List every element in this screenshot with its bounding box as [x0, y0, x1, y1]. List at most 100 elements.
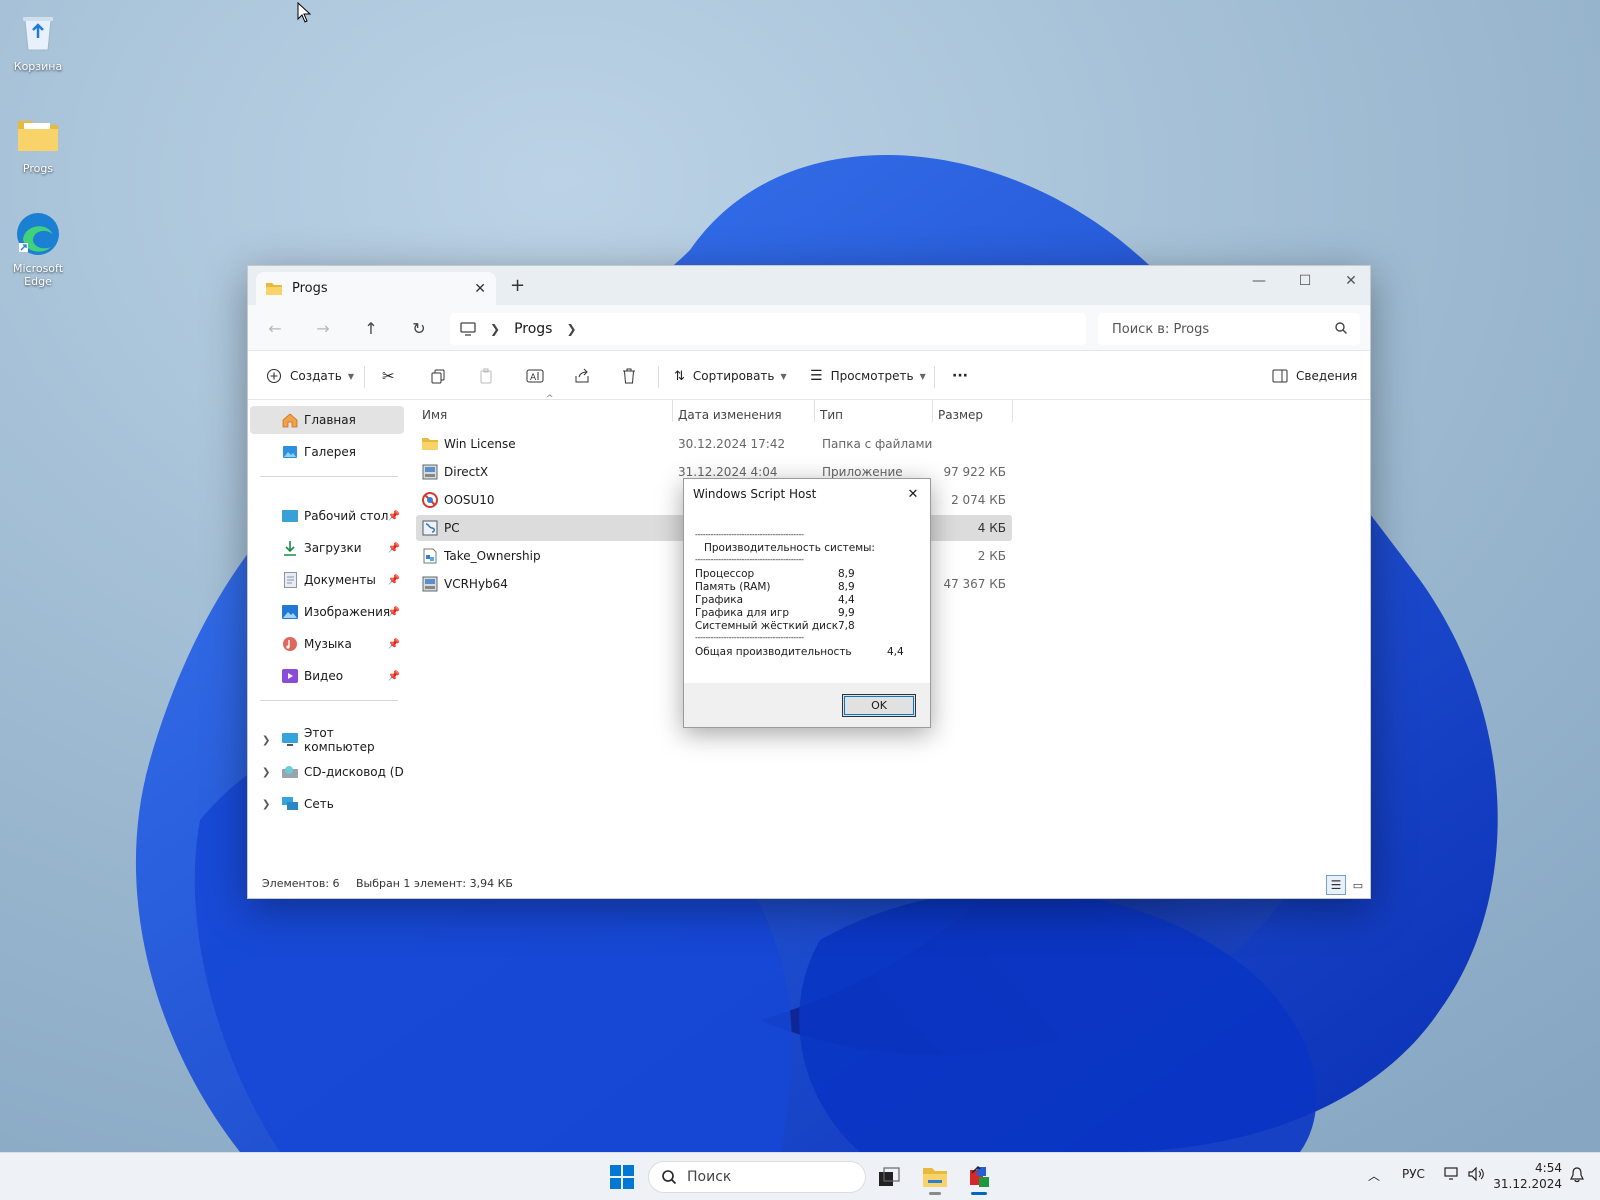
file-size: 4 КБ: [977, 521, 1006, 535]
clock[interactable]: 4:54 31.12.2024: [1493, 1160, 1562, 1192]
paste-button[interactable]: [478, 364, 494, 388]
status-bar: Элементов: 6 Выбран 1 элемент: 3,94 КБ ☰…: [248, 870, 1370, 898]
metric-value: 4,4: [838, 594, 855, 606]
forward-button[interactable]: →: [308, 313, 338, 343]
breadcrumb[interactable]: ❯ Progs ❯: [450, 313, 1086, 345]
dialog-close-button[interactable]: ✕: [904, 485, 922, 503]
table-row[interactable]: Win License 30.12.2024 17:42 Папка с фай…: [416, 431, 1012, 457]
chevron-right-icon[interactable]: ❯: [262, 767, 270, 778]
pin-icon[interactable]: 📌: [388, 511, 400, 522]
pin-icon[interactable]: 📌: [388, 671, 400, 682]
task-view-button[interactable]: [871, 1159, 907, 1195]
notifications-icon[interactable]: [1570, 1167, 1584, 1186]
search-input[interactable]: Поиск в: Progs: [1098, 313, 1360, 345]
tiles-view-button[interactable]: ▭: [1348, 875, 1368, 895]
maximize-button[interactable]: ☐: [1282, 266, 1328, 296]
file-size: 47 367 КБ: [943, 577, 1006, 591]
taskbar-script-host[interactable]: [961, 1159, 997, 1195]
column-divider[interactable]: [1012, 400, 1013, 422]
metric-value: 8,9: [838, 581, 855, 593]
dialog-title: Windows Script Host: [693, 487, 817, 501]
back-button[interactable]: ←: [260, 313, 290, 343]
computer-icon: [460, 322, 476, 336]
sidebar-item-video[interactable]: Видео 📌: [250, 662, 404, 690]
sidebar-item-cd-drive[interactable]: ❯ CD-дисковод (D:) \: [250, 758, 404, 786]
oosu-icon: [422, 492, 438, 508]
volume-icon[interactable]: [1468, 1166, 1486, 1184]
new-tab-button[interactable]: +: [510, 275, 525, 296]
show-hidden-icons-button[interactable]: ︿: [1368, 1167, 1380, 1184]
sidebar-item-gallery[interactable]: Галерея: [250, 438, 404, 466]
sidebar-item-label: Музыка: [304, 637, 352, 651]
view-button[interactable]: ☰ Просмотреть ▼: [810, 364, 926, 388]
refresh-button[interactable]: ↻: [404, 313, 434, 343]
column-header-type[interactable]: Тип: [814, 400, 932, 430]
documents-icon: [282, 572, 298, 588]
details-view-button[interactable]: ☰: [1326, 875, 1346, 895]
sidebar-item-desktop[interactable]: Рабочий стол 📌: [250, 502, 404, 530]
create-button[interactable]: Создать ▼: [266, 364, 354, 388]
scissors-icon: ✂: [382, 367, 395, 385]
pin-icon[interactable]: 📌: [388, 575, 400, 586]
sidebar-item-home[interactable]: Главная: [250, 406, 404, 434]
sidebar-item-downloads[interactable]: Загрузки 📌: [250, 534, 404, 562]
start-button[interactable]: [604, 1159, 640, 1195]
share-button[interactable]: [574, 364, 590, 388]
details-view-icon: ☰: [1330, 878, 1342, 892]
breadcrumb-item[interactable]: Progs: [514, 321, 552, 337]
copy-button[interactable]: [430, 364, 446, 388]
sidebar-item-this-pc[interactable]: ❯ Этот компьютер: [250, 726, 404, 754]
windows-logo-icon: [610, 1165, 634, 1189]
mouse-cursor-icon: [297, 2, 311, 23]
delete-button[interactable]: [622, 364, 636, 388]
sidebar-item-label: CD-дисковод (D:) \: [304, 765, 404, 779]
column-header-size[interactable]: Размер: [932, 400, 1012, 430]
navigation-bar: ← → ↑ ↻ ❯ Progs ❯ Поиск в: Progs: [248, 305, 1370, 351]
chevron-right-icon[interactable]: ❯: [262, 735, 270, 746]
navigation-pane: Главная Галерея Рабочий стол 📌 Загрузки …: [248, 400, 406, 868]
taskbar-file-explorer[interactable]: [917, 1159, 953, 1195]
details-pane-button[interactable]: Сведения: [1272, 364, 1357, 388]
file-date: 30.12.2024 17:42: [678, 437, 786, 451]
paste-icon: [480, 368, 492, 384]
desktop-icon-progs[interactable]: Progs: [0, 110, 76, 175]
chevron-right-icon[interactable]: ❯: [566, 322, 576, 336]
ok-button[interactable]: OK: [842, 694, 916, 717]
desktop-icon-label: Корзина: [13, 60, 63, 73]
network-icon[interactable]: [1444, 1167, 1460, 1184]
sidebar-item-pictures[interactable]: Изображения 📌: [250, 598, 404, 626]
pin-icon[interactable]: 📌: [388, 639, 400, 650]
command-bar: Создать ▼ ✂ A ⇅ Сортировать ▼ ☰ Просмотр…: [248, 352, 1370, 400]
sidebar-divider: [260, 700, 398, 701]
more-options-button[interactable]: ···: [952, 364, 968, 388]
column-header-name[interactable]: Имя: [416, 400, 672, 430]
column-header-label: Дата изменения: [678, 408, 782, 422]
sidebar-item-label: Главная: [304, 413, 356, 427]
taskbar-search[interactable]: Поиск: [648, 1161, 866, 1193]
cut-button[interactable]: ✂: [382, 364, 395, 388]
desktop-icon-edge[interactable]: Microsoft Edge: [0, 210, 76, 288]
edge-icon: [14, 210, 62, 258]
minimize-button[interactable]: —: [1236, 266, 1282, 296]
pin-icon[interactable]: 📌: [388, 607, 400, 618]
script-icon: [422, 520, 438, 536]
sidebar-item-documents[interactable]: Документы 📌: [250, 566, 404, 594]
clock-date: 31.12.2024: [1493, 1177, 1562, 1191]
sidebar-item-label: Этот компьютер: [304, 726, 375, 754]
column-header-date[interactable]: Дата изменения: [672, 400, 814, 430]
sidebar-item-music[interactable]: Музыка 📌: [250, 630, 404, 658]
input-language[interactable]: РУС: [1402, 1167, 1425, 1181]
desktop-icon-recycle-bin[interactable]: Корзина: [0, 8, 76, 73]
pin-icon[interactable]: 📌: [388, 543, 400, 554]
file-type: Папка с файлами: [822, 437, 933, 451]
chevron-down-icon: ▼: [919, 371, 926, 381]
close-window-button[interactable]: ✕: [1328, 266, 1374, 296]
up-button[interactable]: ↑: [356, 313, 386, 343]
sidebar-item-network[interactable]: ❯ Сеть: [250, 790, 404, 818]
rename-button[interactable]: A: [526, 364, 544, 388]
sort-button[interactable]: ⇅ Сортировать ▼: [674, 364, 787, 388]
close-tab-icon[interactable]: ✕: [474, 281, 486, 297]
metric-label: Память (RAM): [695, 581, 771, 593]
tab-progs[interactable]: Progs ✕: [256, 272, 496, 305]
chevron-right-icon[interactable]: ❯: [262, 799, 270, 810]
